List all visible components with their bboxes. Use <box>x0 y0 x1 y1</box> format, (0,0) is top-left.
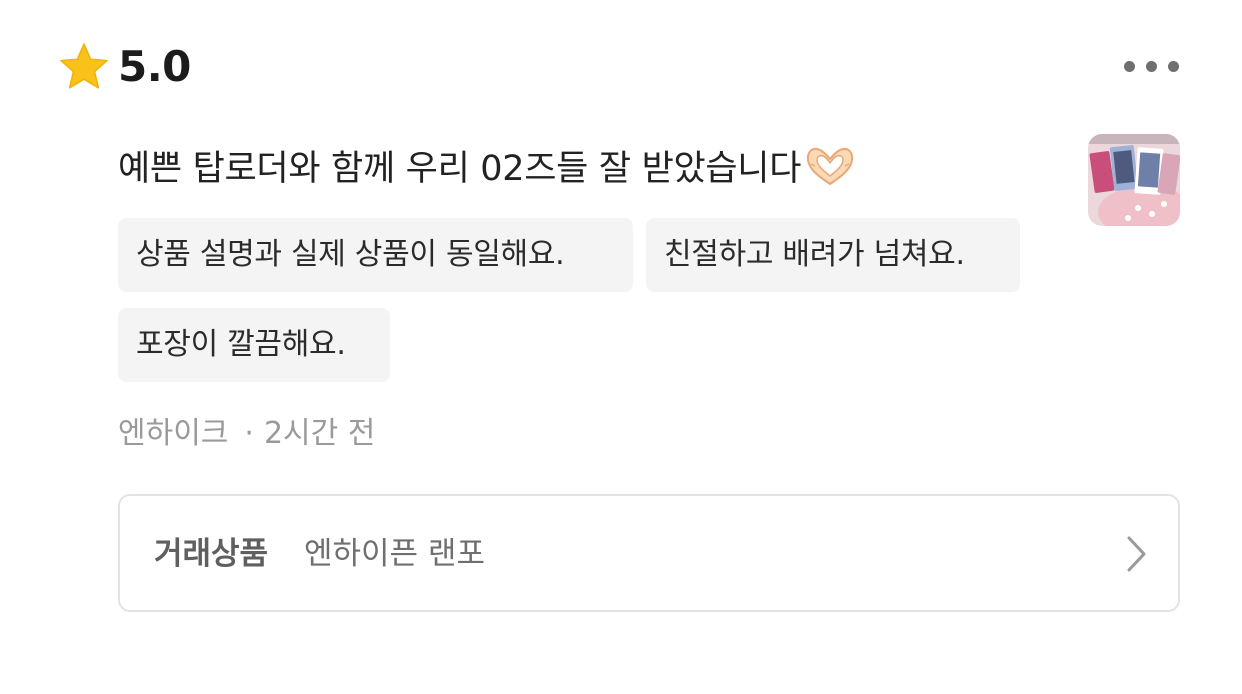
review-meta: 엔하이크 · 2시간 전 <box>118 412 375 456</box>
review-text: 예쁜 탑로더와 함께 우리 02즈들 잘 받았습니다 <box>118 149 802 189</box>
review-tag: 포장이 깔끔해요. <box>118 308 390 382</box>
product-name: 엔하이픈 랜포 <box>304 536 485 572</box>
chevron-right-icon <box>1127 536 1146 572</box>
review-tag: 상품 설명과 실제 상품이 동일해요. <box>118 218 633 292</box>
meta-separator: · <box>244 416 254 451</box>
more-icon[interactable] <box>1118 50 1186 84</box>
rating-score: 5.0 <box>118 42 191 91</box>
review-author[interactable]: 엔하이크 <box>118 416 228 451</box>
photo-image <box>1088 134 1180 226</box>
star-icon <box>60 43 108 89</box>
heart-hands-icon <box>806 147 854 185</box>
traded-product-link[interactable]: 거래상품 엔하이픈 랜포 <box>118 494 1180 612</box>
review-time: 2시간 전 <box>263 416 376 451</box>
review-tag: 친절하고 배려가 넘쳐요. <box>646 218 1020 292</box>
review-photo-thumbnail[interactable] <box>1088 134 1180 226</box>
review-text-line: 예쁜 탑로더와 함께 우리 02즈들 잘 받았습니다 <box>118 144 857 194</box>
product-label: 거래상품 <box>154 536 269 572</box>
